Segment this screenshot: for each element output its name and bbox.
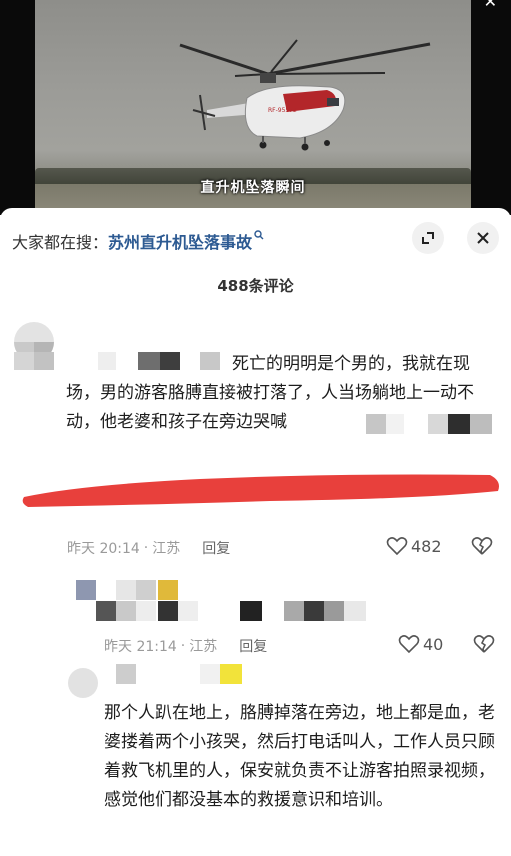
comment-time: 昨天 21:14 — [104, 639, 177, 655]
video-close-icon[interactable]: ✕ — [484, 0, 497, 11]
like-button[interactable]: 40 — [398, 634, 443, 654]
search-icon — [254, 229, 264, 243]
comment-count: 488条评论 — [217, 277, 294, 295]
avatar[interactable] — [68, 668, 98, 698]
broken-heart-icon — [471, 537, 493, 555]
close-button[interactable] — [467, 222, 499, 254]
reply-button[interactable]: 回复 — [202, 538, 230, 558]
comment-location: 江苏 — [152, 541, 181, 557]
video-frame: RF-95572 直升机坠落瞬间 — [35, 0, 471, 215]
heart-icon — [386, 537, 408, 556]
close-icon — [477, 232, 489, 244]
search-suggestion[interactable]: 大家都在搜： 苏州直升机坠落事故 — [12, 229, 264, 253]
like-count: 482 — [411, 536, 442, 556]
search-suggestion-label: 大家都在搜： — [12, 233, 109, 252]
search-suggestion-term[interactable]: 苏州直升机坠落事故 — [108, 229, 252, 253]
like-count: 40 — [423, 634, 444, 654]
comment-location: 江苏 — [189, 639, 218, 655]
red-highlight-stroke — [22, 474, 500, 507]
dislike-button[interactable] — [473, 634, 495, 658]
video-player[interactable]: RF-95572 直升机坠落瞬间 ✕ — [0, 0, 511, 215]
comment-meta: 昨天 20:14 · 江苏 回复 — [67, 538, 231, 558]
expand-button[interactable] — [412, 222, 444, 254]
broken-heart-icon — [473, 635, 495, 653]
comment-time: 昨天 20:14 — [67, 541, 140, 557]
video-caption: 直升机坠落瞬间 — [200, 180, 306, 196]
reply-button[interactable]: 回复 — [239, 636, 267, 656]
dislike-button[interactable] — [471, 536, 493, 560]
helicopter-marking: RF-95572 — [268, 107, 297, 114]
like-button[interactable]: 482 — [386, 536, 442, 556]
comment-meta: 昨天 21:14 · 江苏 回复 — [104, 636, 268, 656]
comment-text: 那个人趴在地上，胳膊掉落在旁边，地上都是血，老婆搂着两个小孩哭，然后打电话叫人，… — [104, 703, 495, 810]
heart-icon — [398, 635, 420, 654]
expand-icon — [422, 232, 434, 244]
